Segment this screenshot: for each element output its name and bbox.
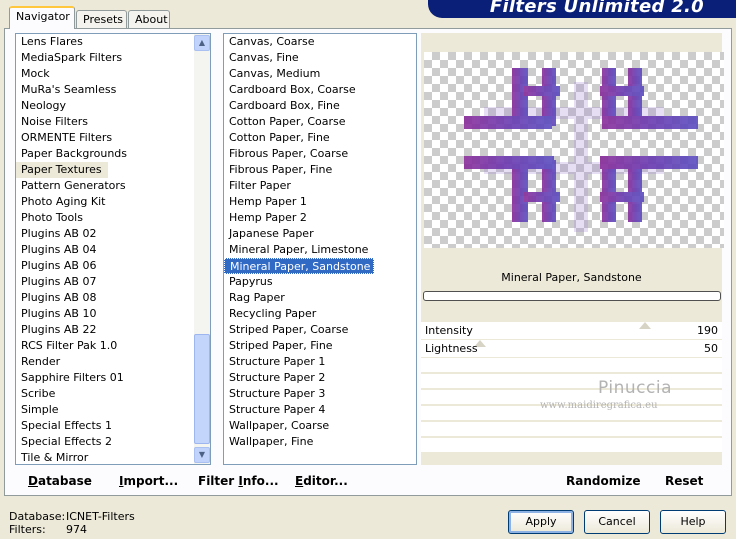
filter-list-item[interactable]: Recycling Paper: [224, 306, 416, 322]
filter-list-item[interactable]: Structure Paper 4: [224, 402, 416, 418]
title-banner: Filters Unlimited 2.0: [428, 0, 736, 18]
category-list-item[interactable]: Simple: [16, 402, 210, 418]
watermark-name: Pinuccia: [598, 378, 672, 398]
database-status: Database: ICNET-Filters: [9, 510, 135, 523]
intensity-label: Intensity: [425, 324, 473, 337]
scroll-thumb[interactable]: [194, 334, 210, 444]
filter-list-item[interactable]: Canvas, Coarse: [224, 34, 416, 50]
tab-navigator[interactable]: Navigator: [9, 6, 75, 29]
lightness-value: 50: [704, 342, 718, 355]
category-list-item[interactable]: Photo Aging Kit: [16, 194, 210, 210]
filter-list-item[interactable]: Structure Paper 3: [224, 386, 416, 402]
filter-list-item[interactable]: Rag Paper: [224, 290, 416, 306]
category-list-item[interactable]: Noise Filters: [16, 114, 210, 130]
filter-list-item[interactable]: Fibrous Paper, Coarse: [224, 146, 416, 162]
filter-list-item[interactable]: Cardboard Box, Fine: [224, 98, 416, 114]
category-list-item[interactable]: Plugins AB 02: [16, 226, 210, 242]
filter-list-item[interactable]: Mineral Paper, Sandstone: [224, 258, 375, 274]
cancel-button[interactable]: Cancel: [584, 510, 650, 534]
category-list-item[interactable]: Special Effects 2: [16, 434, 210, 450]
watermark-url: www.maidiregrafica.eu: [540, 400, 658, 411]
filter-list-item[interactable]: Japanese Paper: [224, 226, 416, 242]
tab-strip: Navigator Presets About: [4, 6, 424, 29]
category-list-item[interactable]: Neology: [16, 98, 210, 114]
filter-info-button[interactable]: Filter Info...: [198, 474, 279, 488]
app-title: Filters Unlimited 2.0: [489, 0, 704, 17]
empty-param-row: [421, 374, 722, 389]
category-list-item[interactable]: ORMENTE Filters: [16, 130, 210, 146]
filter-list-item[interactable]: Mineral Paper, Limestone: [224, 242, 416, 258]
artwork-graphic: [464, 68, 698, 232]
tab-about[interactable]: About: [128, 10, 170, 28]
category-list-item[interactable]: Special Effects 1: [16, 418, 210, 434]
filter-list-item[interactable]: Cotton Paper, Coarse: [224, 114, 416, 130]
editor-button[interactable]: Editor...: [295, 474, 348, 488]
category-list-item[interactable]: MediaSpark Filters: [16, 50, 210, 66]
filter-list-item[interactable]: Cotton Paper, Fine: [224, 130, 416, 146]
filter-list-item[interactable]: Striped Paper, Fine: [224, 338, 416, 354]
empty-param-row: [421, 438, 722, 453]
filter-list-item[interactable]: Wallpaper, Fine: [224, 434, 416, 450]
preview-image: [424, 52, 724, 248]
category-list-item[interactable]: Plugins AB 22: [16, 322, 210, 338]
category-list-item[interactable]: Plugins AB 10: [16, 306, 210, 322]
category-list-item[interactable]: Scribe: [16, 386, 210, 402]
filter-list-item[interactable]: Canvas, Fine: [224, 50, 416, 66]
category-list-item[interactable]: RCS Filter Pak 1.0: [16, 338, 210, 354]
help-button[interactable]: Help: [660, 510, 726, 534]
category-list-item[interactable]: Lens Flares: [16, 34, 210, 50]
category-list-item[interactable]: Photo Tools: [16, 210, 210, 226]
empty-param-row: [421, 422, 722, 437]
filter-list-item[interactable]: Fibrous Paper, Fine: [224, 162, 416, 178]
filter-list-item[interactable]: Hemp Paper 1: [224, 194, 416, 210]
scroll-up-icon[interactable]: ▲: [194, 35, 210, 51]
randomize-button[interactable]: Randomize: [566, 474, 640, 488]
slider-marker-icon: [639, 322, 652, 329]
filter-list[interactable]: Canvas, Coarse Canvas, Fine Canvas, Medium…: [223, 33, 417, 465]
progress-bar: [423, 291, 721, 301]
filter-list-item[interactable]: Structure Paper 1: [224, 354, 416, 370]
category-list-item[interactable]: Paper Backgrounds: [16, 146, 210, 162]
current-filter-name: Mineral Paper, Sandstone: [501, 271, 642, 284]
filter-list-item[interactable]: Structure Paper 2: [224, 370, 416, 386]
intensity-slider[interactable]: Intensity 190: [421, 322, 722, 340]
category-list-item[interactable]: Tile & Mirror: [16, 450, 210, 464]
database-button[interactable]: Database: [28, 474, 92, 488]
category-list-item[interactable]: Paper Textures: [16, 162, 108, 178]
filter-list-item[interactable]: Wallpaper, Coarse: [224, 418, 416, 434]
category-list[interactable]: Lens Flares MediaSpark Filters Mock MuRa's …: [15, 33, 211, 465]
category-list-item[interactable]: Plugins AB 07: [16, 274, 210, 290]
filter-list-item[interactable]: Papyrus: [224, 274, 416, 290]
category-list-item[interactable]: Sapphire Filters 01: [16, 370, 210, 386]
category-list-item[interactable]: Render: [16, 354, 210, 370]
empty-param-row: [421, 358, 722, 373]
filter-list-item[interactable]: Cardboard Box, Coarse: [224, 82, 416, 98]
apply-button[interactable]: Apply: [508, 510, 574, 534]
lightness-slider[interactable]: Lightness 50: [421, 340, 722, 358]
category-list-item[interactable]: Pattern Generators: [16, 178, 210, 194]
category-scrollbar[interactable]: ▲ ▼: [194, 34, 210, 464]
filter-list-item[interactable]: Canvas, Medium: [224, 66, 416, 82]
import-button[interactable]: Import...: [119, 474, 178, 488]
tab-presets[interactable]: Presets: [76, 10, 127, 28]
filter-list-item[interactable]: Striped Paper, Coarse: [224, 322, 416, 338]
lightness-label: Lightness: [425, 342, 478, 355]
category-list-item[interactable]: Plugins AB 04: [16, 242, 210, 258]
filter-list-item[interactable]: Hemp Paper 2: [224, 210, 416, 226]
intensity-value: 190: [697, 324, 718, 337]
category-list-item[interactable]: Plugins AB 06: [16, 258, 210, 274]
filter-list-item[interactable]: Filter Paper: [224, 178, 416, 194]
filters-status: Filters: 974: [9, 523, 87, 536]
scroll-down-icon[interactable]: ▼: [194, 447, 210, 463]
reset-button[interactable]: Reset: [665, 474, 703, 488]
category-list-item[interactable]: Mock: [16, 66, 210, 82]
category-list-item[interactable]: Plugins AB 08: [16, 290, 210, 306]
category-list-item[interactable]: MuRa's Seamless: [16, 82, 210, 98]
